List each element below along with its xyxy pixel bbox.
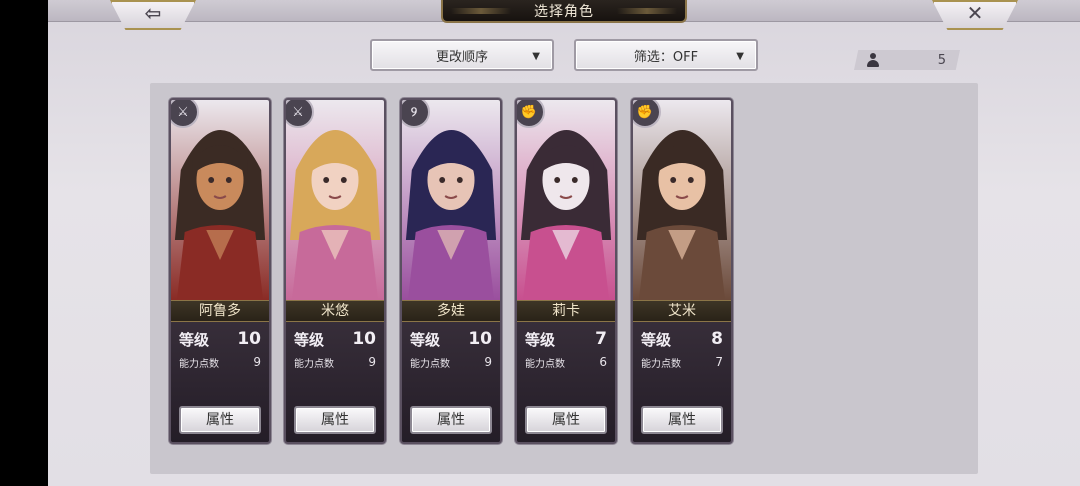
character-portrait: [171, 100, 269, 300]
sort-order-dropdown[interactable]: 更改顺序 ▼: [370, 39, 554, 71]
character-portrait: [517, 100, 615, 300]
device-bezel: [0, 0, 48, 486]
points-row: 能力点数 6: [525, 354, 607, 370]
chevron-down-icon: ▼: [532, 51, 540, 62]
character-card[interactable]: 艾米 等级 8 能力点数 7 属性 ✊: [631, 98, 733, 444]
points-label: 能力点数: [294, 358, 334, 370]
attribute-button[interactable]: 属性: [525, 406, 607, 434]
attribute-button[interactable]: 属性: [410, 406, 492, 434]
level-label: 等级: [525, 330, 556, 349]
person-icon: [866, 53, 880, 67]
sort-order-label: 更改顺序: [435, 49, 488, 65]
level-row: 等级 10: [179, 328, 261, 350]
points-row: 能力点数 7: [641, 354, 723, 370]
points-value: 9: [368, 355, 376, 369]
character-name: 莉卡: [517, 300, 615, 322]
close-button[interactable]: ✕: [932, 0, 1018, 30]
level-value: 10: [468, 329, 492, 349]
page-title: 选择角色: [534, 3, 594, 20]
level-label: 等级: [179, 330, 210, 349]
character-name: 米悠: [286, 300, 384, 322]
character-portrait: [402, 100, 500, 300]
close-icon: ✕: [966, 1, 984, 25]
points-label: 能力点数: [179, 358, 219, 370]
character-card[interactable]: 多娃 等级 10 能力点数 9 属性 ୨: [400, 98, 502, 444]
character-select-screen: ⇦ 选择角色 ✕ 更改顺序 ▼ 筛选：OFF ▼ 5 阿鲁多 等级 10 能力点…: [48, 0, 1080, 486]
level-row: 等级 7: [525, 328, 607, 350]
points-value: 9: [253, 355, 261, 369]
points-label: 能力点数: [525, 358, 565, 370]
attribute-button[interactable]: 属性: [179, 406, 261, 434]
filter-dropdown[interactable]: 筛选：OFF ▼: [574, 39, 758, 71]
points-row: 能力点数 9: [179, 354, 261, 370]
character-portrait: [286, 100, 384, 300]
attribute-button[interactable]: 属性: [294, 406, 376, 434]
level-value: 8: [711, 329, 723, 349]
points-value: 9: [484, 355, 492, 369]
level-row: 等级 8: [641, 328, 723, 350]
points-label: 能力点数: [410, 358, 450, 370]
back-button[interactable]: ⇦: [110, 0, 196, 30]
level-value: 7: [595, 329, 607, 349]
party-count: 5: [854, 50, 960, 70]
character-portrait: [633, 100, 731, 300]
character-name: 阿鲁多: [171, 300, 269, 322]
level-value: 10: [237, 329, 261, 349]
filter-label: 筛选：OFF: [633, 49, 699, 65]
character-name: 多娃: [402, 300, 500, 322]
level-label: 等级: [410, 330, 441, 349]
chevron-down-icon: ▼: [736, 51, 744, 62]
character-card[interactable]: 莉卡 等级 7 能力点数 6 属性 ✊: [515, 98, 617, 444]
arrow-left-icon: ⇦: [144, 1, 162, 25]
character-card[interactable]: 阿鲁多 等级 10 能力点数 9 属性 ⚔: [169, 98, 271, 444]
level-value: 10: [352, 329, 376, 349]
attribute-button[interactable]: 属性: [641, 406, 723, 434]
party-count-value: 5: [937, 52, 946, 68]
points-row: 能力点数 9: [294, 354, 376, 370]
title-ornament-right: [617, 8, 677, 14]
level-label: 等级: [294, 330, 325, 349]
level-row: 等级 10: [410, 328, 492, 350]
level-row: 等级 10: [294, 328, 376, 350]
level-label: 等级: [641, 330, 672, 349]
points-value: 7: [715, 355, 723, 369]
character-name: 艾米: [633, 300, 731, 322]
title-plate: 选择角色: [441, 0, 687, 23]
points-row: 能力点数 9: [410, 354, 492, 370]
points-value: 6: [599, 355, 607, 369]
points-label: 能力点数: [641, 358, 681, 370]
character-card[interactable]: 米悠 等级 10 能力点数 9 属性 ⚔: [284, 98, 386, 444]
title-ornament-left: [451, 8, 511, 14]
